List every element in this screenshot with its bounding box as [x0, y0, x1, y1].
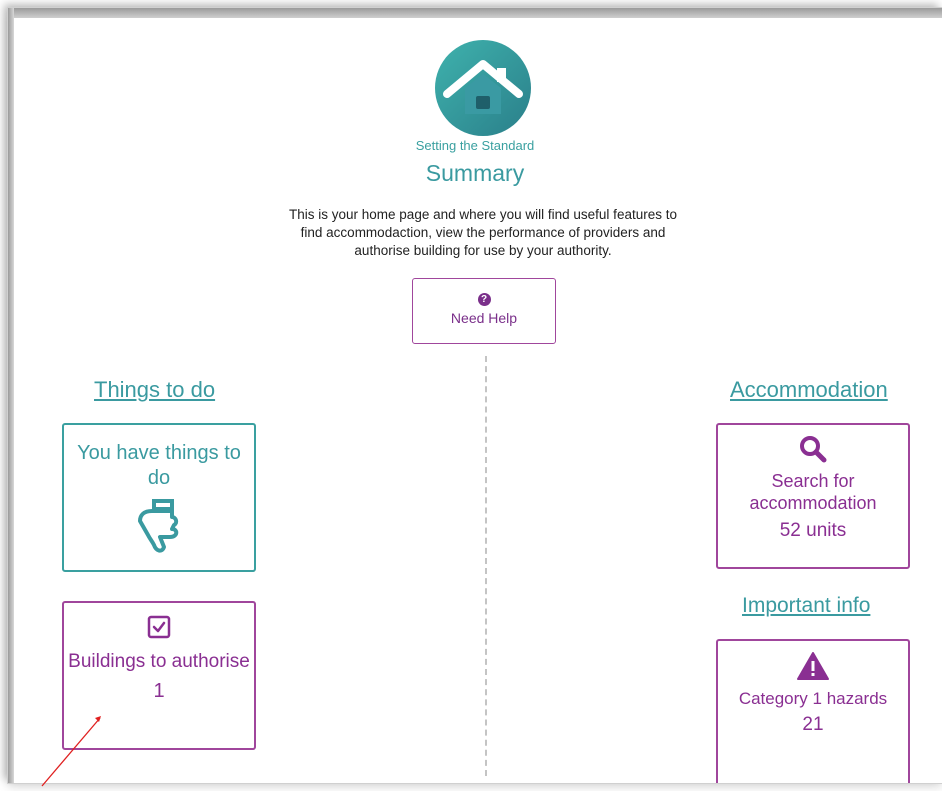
- warning-icon: [797, 652, 829, 680]
- brand-name: Setting the Standard: [415, 138, 535, 153]
- category-hazards-card[interactable]: Category 1 hazards 21: [716, 639, 910, 783]
- pointing-hand-icon: [138, 499, 179, 553]
- things-to-do-link[interactable]: Things to do: [94, 377, 215, 403]
- hazards-count: 21: [802, 714, 824, 735]
- things-to-do-card[interactable]: You have things to do: [62, 423, 256, 572]
- buildings-to-authorise-card[interactable]: Buildings to authorise 1: [62, 601, 256, 750]
- accommodation-link[interactable]: Accommodation: [730, 377, 888, 403]
- window-left-edge: [8, 8, 14, 783]
- house-logo-icon: [435, 40, 531, 136]
- search-accommodation-label: Search for accommodation: [749, 471, 877, 513]
- category-hazards-label: Category 1 hazards: [738, 689, 888, 708]
- app-window: Setting the Standard Summary This is you…: [8, 8, 942, 783]
- important-info-link[interactable]: Important info: [742, 594, 870, 618]
- buildings-to-authorise-label: Buildings to authorise: [68, 651, 250, 672]
- need-help-button[interactable]: ? Need Help: [412, 278, 556, 344]
- search-icon: [800, 436, 827, 463]
- buildings-count: 1: [153, 680, 165, 702]
- question-circle-icon: ?: [477, 293, 491, 306]
- checkbox-icon: [147, 615, 171, 639]
- accommodation-units-count: 52 units: [779, 520, 847, 541]
- need-help-label: Need Help: [450, 310, 518, 326]
- intro-text: This is your home page and where you wil…: [289, 207, 677, 258]
- column-divider: [485, 356, 487, 776]
- search-accommodation-card[interactable]: Search for accommodation 52 units: [716, 423, 910, 569]
- window-top-edge: [8, 8, 942, 18]
- things-to-do-label: You have things to do: [77, 442, 241, 489]
- page-title: Summary: [425, 160, 525, 186]
